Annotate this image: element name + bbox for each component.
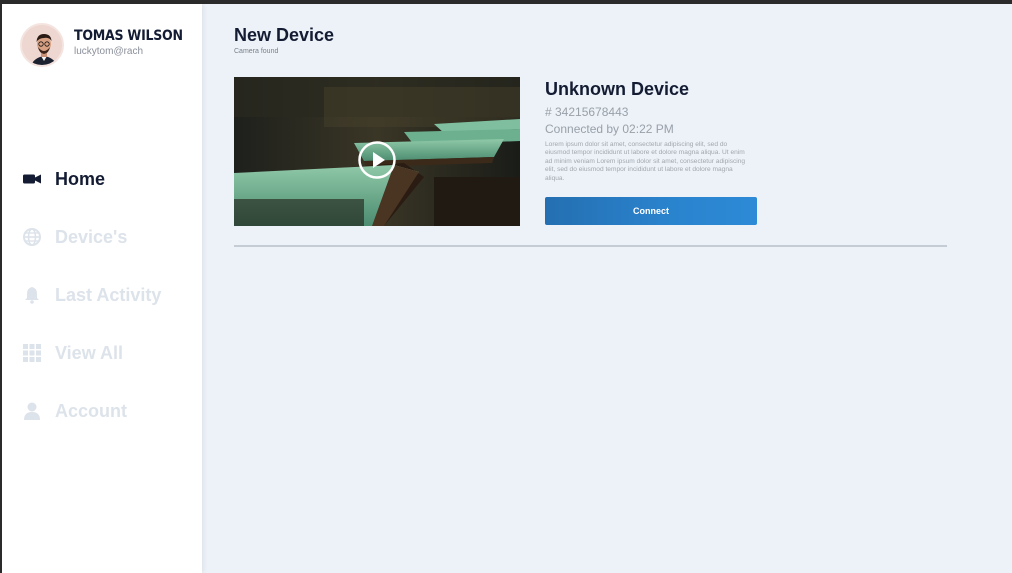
page-title: New Device	[234, 25, 335, 45]
device-connected-time: Connected by 02:22 PM	[545, 122, 674, 136]
user-icon	[22, 401, 42, 421]
avatar[interactable]	[20, 23, 64, 67]
sidebar-item-label: Device's	[55, 226, 128, 247]
sidebar-item-label: View All	[55, 342, 124, 363]
sidebar: TOMAS WILSON luckytom@rach Home Device's…	[2, 4, 202, 573]
sidebar-item-label: Last Activity	[55, 284, 162, 305]
sidebar-item-last-activity[interactable]: Last Activity	[22, 278, 161, 312]
play-icon[interactable]	[357, 140, 397, 180]
divider	[234, 245, 947, 247]
page-subtitle: Camera found	[234, 48, 279, 55]
device-description: Lorem ipsum dolor sit amet, consectetur …	[545, 141, 746, 182]
sidebar-nav: Home Device's Last Activity View All Acc…	[22, 162, 161, 452]
grid-icon	[22, 343, 42, 363]
bell-icon	[22, 285, 42, 305]
user-email: luckytom@rach	[74, 45, 144, 57]
sidebar-item-label: Account	[55, 400, 127, 421]
sidebar-item-view-all[interactable]: View All	[22, 336, 161, 370]
connect-button[interactable]: Connect	[545, 197, 757, 225]
device-name: Unknown Device	[545, 79, 690, 99]
camera-preview[interactable]	[234, 77, 520, 226]
user-name: TOMAS WILSON	[74, 27, 183, 44]
app-window: TOMAS WILSON luckytom@rach Home Device's…	[2, 4, 1012, 573]
sidebar-item-label: Home	[55, 168, 106, 189]
video-camera-icon	[22, 169, 42, 189]
sidebar-item-devices[interactable]: Device's	[22, 220, 161, 254]
main-content: New Device Camera found Unknown Device #…	[202, 4, 1012, 573]
sidebar-item-home[interactable]: Home	[22, 162, 161, 196]
device-id: # 34215678443	[545, 105, 629, 119]
sidebar-item-account[interactable]: Account	[22, 394, 161, 428]
user-profile[interactable]: TOMAS WILSON luckytom@rach	[20, 23, 195, 67]
globe-icon	[22, 227, 42, 247]
